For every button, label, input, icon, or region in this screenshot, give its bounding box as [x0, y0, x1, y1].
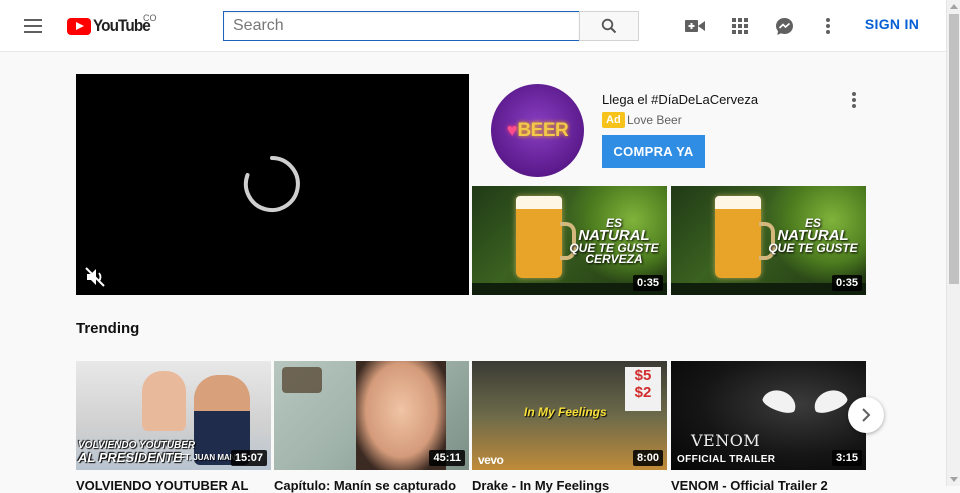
- settings-more-icon[interactable]: [817, 15, 839, 37]
- ad-more-options-icon[interactable]: [845, 90, 863, 110]
- scroll-up-icon[interactable]: [950, 4, 958, 9]
- thumbnail-overlay-text: In My Feelings: [524, 405, 607, 419]
- apps-grid-icon[interactable]: [729, 15, 751, 37]
- sign-in-button[interactable]: SIGN IN: [860, 16, 924, 32]
- guide-menu-icon[interactable]: [22, 16, 44, 36]
- chevron-right-icon: [862, 408, 871, 422]
- masthead: YouTube CO SIGN IN: [0, 0, 946, 52]
- muted-speaker-icon[interactable]: [84, 266, 106, 288]
- video-duration: 8:00: [632, 450, 663, 466]
- logo-text: YouTube: [93, 16, 151, 35]
- play-logo-icon: [67, 17, 91, 35]
- logo-country-code: CO: [143, 13, 157, 23]
- ad-video-player[interactable]: [76, 74, 469, 295]
- loading-spinner-icon: [243, 156, 300, 212]
- thumbnail-caption: VOLVIENDO YOUTUBER AL PRESIDENTE: [78, 440, 196, 465]
- ad-thumbnail[interactable]: ES NATURAL QUE TE GUSTE 0:35: [671, 186, 866, 295]
- video-duration: 3:15: [831, 450, 862, 466]
- video-thumbnail[interactable]: VENOM OFFICIAL TRAILER 3:15: [671, 361, 866, 470]
- search-box: [223, 11, 580, 41]
- youtube-logo[interactable]: YouTube CO: [67, 13, 157, 36]
- scroll-thumb[interactable]: [949, 14, 959, 284]
- video-duration: 45:11: [429, 450, 465, 466]
- ad-thumbnail-text: ES NATURAL QUE TE GUSTE: [768, 216, 858, 255]
- ad-badge: Ad: [602, 112, 625, 128]
- ad-title[interactable]: Llega el #DíaDeLaCerveza: [602, 92, 758, 107]
- video-thumbnail[interactable]: VOLVIENDO YOUTUBER AL PRESIDENTE FT. JUA…: [76, 361, 271, 470]
- avatar-brand-text: BEER: [517, 119, 569, 141]
- ad-thumbnail-text: ES NATURAL QUE TE GUSTE CERVEZA: [569, 216, 659, 266]
- price-sign: $5 $2: [625, 367, 661, 411]
- beer-mug-icon: [516, 196, 576, 278]
- section-title-trending[interactable]: Trending: [76, 320, 139, 337]
- ad-channel-name[interactable]: Love Beer: [627, 113, 682, 127]
- vevo-logo: vevo: [478, 453, 504, 467]
- messages-icon[interactable]: [773, 15, 795, 37]
- ad-cta-button[interactable]: COMPRA YA: [602, 135, 705, 168]
- channel-emblem-icon: [282, 367, 322, 393]
- ad-channel-avatar[interactable]: ♥ BEER: [491, 84, 584, 177]
- video-duration: 0:35: [632, 275, 663, 291]
- ad-thumbnail[interactable]: ES NATURAL QUE TE GUSTE CERVEZA 0:35: [472, 186, 667, 295]
- page-scrollbar[interactable]: [946, 0, 960, 486]
- thumbnail-subtitle: OFFICIAL TRAILER: [677, 454, 776, 465]
- shelf-next-button[interactable]: [848, 397, 884, 433]
- video-thumbnail[interactable]: 45:11: [274, 361, 469, 470]
- video-duration: 0:35: [831, 275, 862, 291]
- heart-icon: ♥: [506, 120, 518, 140]
- scroll-down-icon[interactable]: [950, 477, 958, 482]
- search-icon: [601, 18, 617, 34]
- thumbnail-overlay-text: VENOM: [691, 431, 761, 450]
- video-thumbnail[interactable]: $5 $2 In My Feelings vevo 8:00: [472, 361, 667, 470]
- search-button[interactable]: [579, 11, 639, 41]
- search-input[interactable]: [224, 12, 579, 40]
- beer-mug-icon: [715, 196, 775, 278]
- video-duration: 15:07: [230, 450, 267, 466]
- create-video-icon[interactable]: [684, 15, 706, 37]
